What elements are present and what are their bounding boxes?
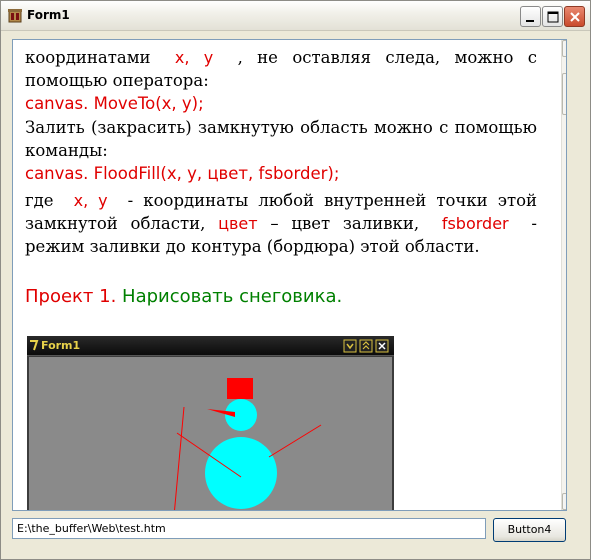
embedded-screenshot: Form1 <box>27 336 394 510</box>
snowman-hat <box>227 378 253 399</box>
snowman-canvas <box>29 357 392 510</box>
vertical-scrollbar[interactable] <box>561 40 567 510</box>
minimize-button[interactable] <box>520 6 541 27</box>
param-color: цвет <box>218 214 258 233</box>
address-field[interactable]: E:\the_buffer\Web\test.htm <box>12 518 486 539</box>
variable-xy: x, y <box>174 48 214 67</box>
main-window: Form1 координатами x, y , не оставляя сл… <box>0 0 591 560</box>
scroll-thumb[interactable] <box>562 73 566 115</box>
code-moveto: canvas. MoveTo(x, y); <box>25 94 204 113</box>
paragraph-moveto-intro: координатами x, y , не оставляя следа, м… <box>25 48 538 90</box>
web-browser-view[interactable]: координатами x, y , не оставляя следа, м… <box>12 39 567 511</box>
close-icon <box>570 12 580 22</box>
scroll-down-button[interactable] <box>562 493 567 510</box>
close-button[interactable] <box>564 6 585 27</box>
param-fsborder: fsborder <box>441 214 509 233</box>
paragraph-floodfill-params: где x, y - координаты любой внутренней т… <box>25 191 538 256</box>
snowman-drawing <box>174 378 322 510</box>
maximize-button[interactable] <box>542 6 563 27</box>
embedded-title-bar: Form1 <box>27 336 394 356</box>
window-title: Form1 <box>27 8 70 22</box>
embedded-app-icon <box>30 340 39 351</box>
app-icon <box>8 9 22 23</box>
project-heading: Проект 1. Нарисовать снеговика. <box>25 284 537 310</box>
scroll-up-button[interactable] <box>562 40 567 57</box>
title-bar[interactable]: Form1 <box>1 1 590 31</box>
project-label: Проект 1. <box>25 286 117 307</box>
embedded-window-buttons <box>343 339 389 353</box>
minimize-icon <box>526 20 534 22</box>
embedded-title: Form1 <box>41 339 81 352</box>
project-title: Нарисовать снеговика. <box>122 286 343 307</box>
scroll-down-arrow-icon <box>563 494 567 509</box>
maximize-icon <box>547 11 559 23</box>
scroll-up-arrow-icon <box>563 41 567 56</box>
variable-xy: x, y <box>73 191 108 210</box>
button4[interactable]: Button4 <box>493 518 566 542</box>
code-floodfill: canvas. FloodFill(x, y, цвет, fsborder); <box>25 164 340 183</box>
snowman-body <box>205 437 277 509</box>
paragraph-floodfill-intro: Залить (закрасить) замкнутую область мож… <box>25 118 537 160</box>
snowman-stick <box>174 406 185 510</box>
article-content: координатами x, y , не оставляя следа, м… <box>25 46 537 310</box>
snowman-arm-right <box>268 424 322 458</box>
